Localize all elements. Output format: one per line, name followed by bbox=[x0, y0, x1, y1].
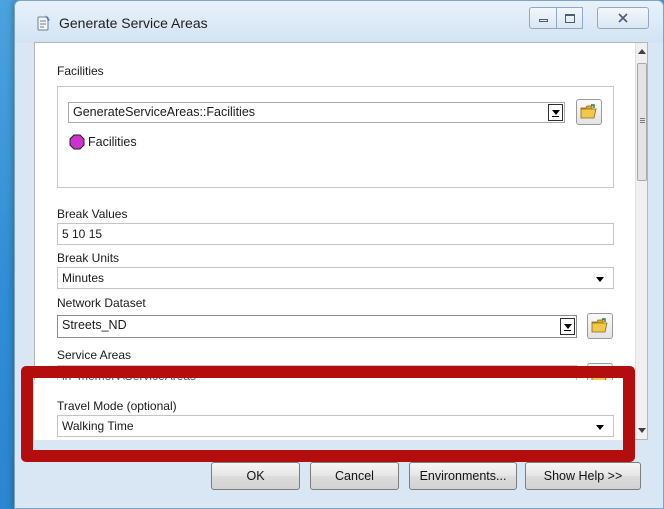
grip-line bbox=[640, 122, 645, 123]
maximize-button[interactable] bbox=[556, 7, 583, 29]
network-dataset-label: Network Dataset bbox=[57, 296, 146, 310]
maximize-icon bbox=[564, 13, 575, 23]
facilities-label: Facilities bbox=[57, 64, 104, 78]
dropdown-arrow-icon[interactable] bbox=[548, 104, 563, 121]
vertical-scrollbar[interactable] bbox=[635, 43, 647, 439]
break-values-label: Break Values bbox=[57, 207, 128, 221]
environments-button[interactable]: Environments... bbox=[409, 462, 517, 490]
show-help-button[interactable]: Show Help >> bbox=[525, 462, 641, 490]
title-bar[interactable]: Generate Service Areas bbox=[15, 1, 663, 43]
ok-button[interactable]: OK bbox=[211, 462, 300, 490]
folder-open-icon bbox=[580, 104, 597, 119]
travel-mode-label: Travel Mode (optional) bbox=[57, 399, 177, 413]
point-symbol-icon bbox=[69, 134, 85, 150]
network-dataset-combo[interactable]: Streets_ND bbox=[57, 315, 577, 338]
facilities-layer-value: GenerateServiceAreas::Facilities bbox=[73, 105, 256, 119]
close-button[interactable] bbox=[597, 7, 649, 29]
facilities-browse-button[interactable] bbox=[576, 99, 602, 125]
minimize-button[interactable] bbox=[529, 7, 557, 29]
dropdown-arrow-icon[interactable] bbox=[560, 318, 575, 335]
folder-open-icon bbox=[591, 318, 608, 333]
facilities-legend-label: Facilities bbox=[88, 135, 137, 149]
network-dataset-browse-button[interactable] bbox=[587, 313, 613, 339]
minimize-icon bbox=[538, 18, 548, 22]
grip-line bbox=[640, 118, 645, 119]
break-units-label: Break Units bbox=[57, 251, 120, 265]
break-units-value: Minutes bbox=[62, 271, 105, 285]
window-title: Generate Service Areas bbox=[59, 15, 208, 31]
scroll-thumb[interactable] bbox=[637, 63, 647, 181]
tool-script-icon bbox=[37, 15, 50, 31]
break-values-input[interactable]: 5 10 15 bbox=[57, 223, 614, 245]
dropdown-arrow-icon[interactable] bbox=[596, 425, 604, 430]
network-dataset-value: Streets_ND bbox=[62, 318, 127, 332]
scroll-up-arrow-icon[interactable] bbox=[638, 49, 646, 54]
scroll-down-arrow-icon[interactable] bbox=[638, 428, 646, 433]
break-units-select[interactable]: Minutes bbox=[57, 267, 614, 289]
service-areas-label: Service Areas bbox=[57, 348, 132, 362]
grip-line bbox=[640, 120, 645, 121]
close-icon bbox=[618, 13, 628, 23]
cancel-button[interactable]: Cancel bbox=[310, 462, 399, 490]
dropdown-arrow-icon[interactable] bbox=[596, 277, 604, 282]
travel-mode-value: Walking Time bbox=[62, 419, 134, 433]
travel-mode-select[interactable]: Walking Time bbox=[57, 415, 614, 437]
facilities-layer-combo[interactable]: GenerateServiceAreas::Facilities bbox=[68, 102, 565, 123]
